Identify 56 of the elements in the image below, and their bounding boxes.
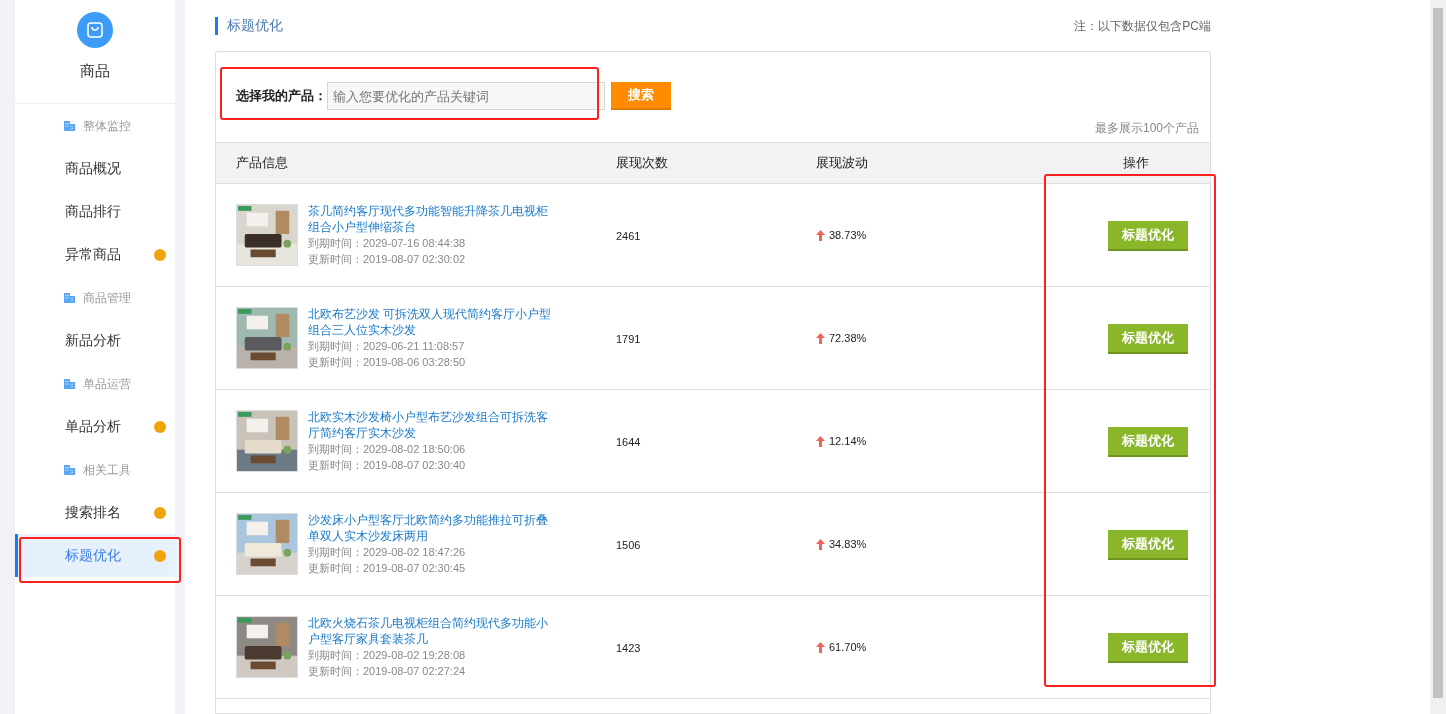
sidebar-item[interactable]: 异常商品 (15, 233, 175, 276)
limit-note: 最多展示100个产品 (1094, 120, 1199, 137)
up-arrow-icon (816, 229, 825, 241)
expire-time: 到期时间：2029-08-02 18:47:26 (308, 545, 467, 560)
bag-icon (77, 12, 113, 48)
up-arrow-icon (816, 641, 825, 653)
update-time: 更新时间：2019-08-07 02:30:45 (308, 561, 467, 576)
up-arrow-icon (816, 538, 825, 550)
update-time: 更新时间：2019-08-07 02:30:40 (308, 458, 467, 473)
change-percent: 72.38% (829, 330, 867, 346)
views-count: 1791 (616, 333, 641, 345)
expire-time: 到期时间：2029-06-21 11:08:57 (308, 339, 466, 354)
page-title: 标题优化 (227, 16, 283, 35)
product-title-link[interactable]: 沙发床小户型客厅北欧简约多功能推拉可折叠单双人实木沙发床两用 (308, 512, 558, 544)
sidebar-item[interactable]: 商品排行 (15, 190, 175, 233)
expire-time: 到期时间：2029-07-16 08:44:38 (308, 236, 467, 251)
change-percent: 61.70% (829, 639, 867, 655)
column-header: 产品信息 (236, 155, 288, 171)
expire-time: 到期时间：2029-08-02 18:50:06 (308, 442, 467, 457)
sidebar-item[interactable]: 搜索排名 (15, 491, 175, 534)
data-note: 注：以下数据仅包含PC端 (1074, 17, 1211, 35)
update-time: 更新时间：2019-08-07 02:30:02 (308, 252, 467, 267)
search-field[interactable]: 输入您要优化的产品关键词 (327, 82, 605, 110)
building-icon (63, 463, 76, 476)
sidebar-title: 商品 (80, 61, 110, 81)
views-count: 1506 (616, 539, 641, 551)
update-time: 更新时间：2019-08-07 02:27:24 (308, 664, 467, 679)
product-title-link[interactable]: 北欧布艺沙发 可拆洗双人现代简约客厅小户型组合三人位实木沙发 (308, 306, 558, 338)
change-percent: 34.83% (829, 536, 867, 552)
column-header: 展现次数 (616, 155, 668, 171)
views-count: 1644 (616, 436, 641, 448)
column-header: 展现波动 (816, 155, 868, 171)
views-count: 2461 (616, 230, 641, 242)
change-percent: 38.73% (829, 227, 867, 243)
building-icon (63, 119, 76, 132)
sidebar-item[interactable]: 标题优化 (15, 534, 175, 577)
building-icon (63, 291, 76, 304)
product-title-link[interactable]: 北欧火烧石茶几电视柜组合简约现代多功能小户型客厅家具套装茶几 (308, 615, 558, 647)
product-title-link[interactable]: 茶几简约客厅现代多功能智能升降茶几电视柜组合小户型伸缩茶台 (308, 203, 558, 235)
building-icon (63, 377, 76, 390)
sidebar-group-label: 单品运营 (83, 375, 131, 393)
sidebar-group-label: 相关工具 (83, 461, 131, 479)
column-header: 操作 (1123, 155, 1149, 171)
product-title-link[interactable]: 北欧实木沙发椅小户型布艺沙发组合可拆洗客厅简约客厅实木沙发 (308, 409, 558, 441)
views-count: 1423 (616, 642, 641, 654)
expire-time: 到期时间：2029-08-02 19:28:08 (308, 648, 467, 663)
sidebar-group-label: 商品管理 (83, 289, 131, 307)
search-label: 选择我的产品： (236, 87, 327, 106)
up-arrow-icon (816, 435, 825, 447)
up-arrow-icon (816, 332, 825, 344)
update-time: 更新时间：2019-08-06 03:28:50 (308, 355, 467, 370)
sidebar-item[interactable]: 新品分析 (15, 319, 175, 362)
change-percent: 12.14% (829, 433, 867, 449)
sidebar-group-label: 整体监控 (83, 117, 131, 135)
sidebar-item[interactable]: 单品分析 (15, 405, 175, 448)
sidebar-item[interactable]: 商品概况 (15, 147, 175, 190)
